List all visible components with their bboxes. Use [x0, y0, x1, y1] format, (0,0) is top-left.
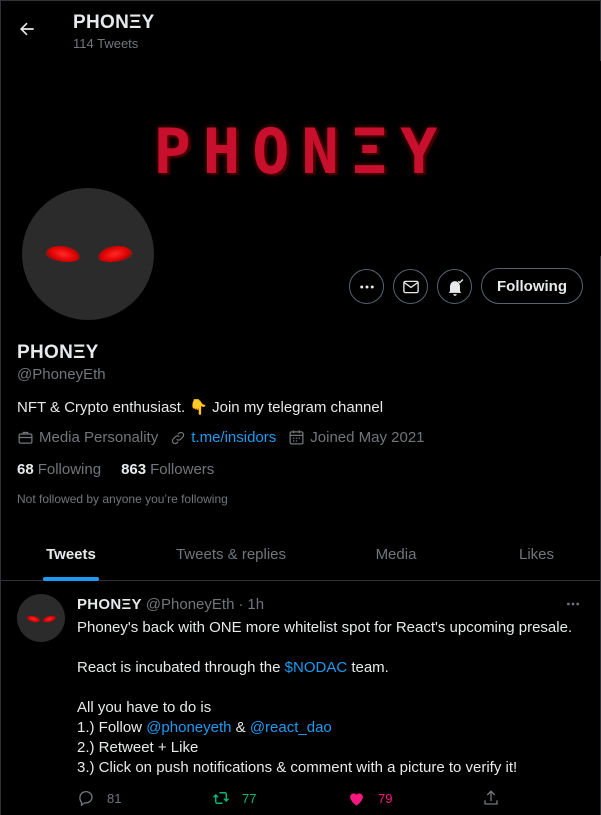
arrow-left-icon [20, 22, 34, 36]
reply-button[interactable]: 81 [77, 789, 121, 807]
tweet[interactable]: PHONΞY @PhoneyEth · 1h Phoney's back wit… [1, 582, 601, 815]
heart-filled-icon [350, 792, 363, 806]
tweet-avatar[interactable] [17, 594, 65, 642]
active-tab-indicator [43, 577, 99, 581]
mention-link[interactable]: @react_dao [250, 719, 332, 736]
profile-page: PHONΞY 114 Tweets PHONΞY Following PHONΞ… [0, 0, 601, 815]
profile-joined-label: Joined May 2021 [310, 429, 425, 446]
calendar-icon [289, 430, 304, 445]
share-icon [484, 790, 498, 805]
profile-counts: 68 Following 863 Followers [17, 461, 234, 478]
tweet-actions: 81 77 79 [77, 788, 507, 808]
tweet-avatar-left-eye [26, 614, 41, 624]
message-button[interactable] [393, 269, 428, 304]
banner-logo-text: PHONΞY [153, 115, 450, 188]
tab-likes-label: Likes [518, 545, 555, 563]
reply-icon [79, 790, 93, 807]
tweet-text-segment: 1.) Follow [77, 719, 147, 736]
tweet-line: Phoney's back with ONE more whitelist sp… [77, 619, 573, 636]
following-count-link[interactable]: 68 Following [17, 461, 101, 478]
ellipsis-icon [359, 285, 374, 288]
profile-avatar[interactable] [20, 186, 156, 322]
profile-link-text[interactable]: t.me/insidors [191, 429, 276, 446]
tweet-text-segment: & [231, 719, 250, 736]
tweet-line: 1.) Follow @phoneyeth & @react_dao [77, 718, 587, 738]
tab-media-label: Media [375, 545, 417, 563]
envelope-icon [402, 280, 419, 293]
profile-category: Media Personality [17, 429, 158, 446]
tweet-author-name[interactable]: PHONΞY [77, 596, 142, 613]
tweet-avatar-right-eye [42, 614, 57, 624]
tab-likes[interactable]: Likes [471, 527, 601, 581]
tweet-line: 2.) Retweet + Like [77, 739, 199, 756]
briefcase-icon [18, 431, 33, 444]
following-count-label: Following [37, 461, 102, 478]
profile-display-name: PHONΞY [17, 342, 99, 363]
back-button[interactable] [13, 15, 41, 43]
avatar-right-eye [96, 242, 134, 266]
followers-count: 863 [121, 461, 147, 478]
header-display-name: PHONΞY [73, 12, 155, 33]
tab-tweets[interactable]: Tweets [1, 527, 141, 581]
like-count: 79 [378, 790, 393, 806]
tweet-text-segment: React is incubated through the [77, 659, 285, 676]
tab-media[interactable]: Media [321, 527, 471, 581]
followers-count-label: Followers [150, 461, 215, 478]
tweet-text: Phoney's back with ONE more whitelist sp… [77, 618, 587, 778]
tweet-more-button[interactable] [561, 594, 585, 614]
profile-handle: @PhoneyEth [17, 366, 106, 383]
profile-category-label: Media Personality [39, 429, 159, 446]
profile-joined: Joined May 2021 [288, 429, 425, 446]
tweet-separator: · [238, 596, 244, 613]
tab-tweets-replies[interactable]: Tweets & replies [141, 527, 321, 581]
tweet-line: All you have to do is [77, 699, 212, 716]
mention-link[interactable]: @phoneyeth [146, 719, 231, 736]
like-button[interactable]: 79 [347, 789, 392, 808]
tweet-line: 3.) Click on push notifications & commen… [77, 759, 518, 776]
reply-count: 81 [107, 790, 122, 806]
share-button[interactable] [482, 789, 512, 807]
profile-header: PHONΞY 114 Tweets [1, 1, 601, 61]
bell-check-icon [448, 278, 463, 296]
profile-bio: NFT & Crypto enthusiast. 👇 Join my teleg… [17, 399, 384, 416]
tweet-text-segment: team. [347, 659, 389, 676]
followed-by-note: Not followed by anyone you’re following [17, 492, 228, 506]
notifications-button[interactable] [437, 269, 472, 304]
tweet-header: PHONΞY @PhoneyEth · 1h [77, 596, 264, 613]
cashtag-link[interactable]: $NODAC [285, 659, 348, 676]
avatar-image [22, 188, 154, 320]
retweet-button[interactable]: 77 [212, 789, 256, 807]
profile-tabs: Tweets Tweets & replies Media Likes [1, 527, 601, 581]
followers-count-link[interactable]: 863 Followers [121, 461, 214, 478]
tweet-timestamp[interactable]: 1h [247, 596, 264, 613]
following-button[interactable]: Following [481, 268, 583, 304]
avatar-left-eye [44, 242, 82, 266]
profile-link[interactable]: t.me/insidors [170, 429, 276, 446]
link-icon [172, 431, 185, 444]
tweet-author-handle[interactable]: @PhoneyEth [146, 596, 235, 613]
tab-tweets-label: Tweets [46, 545, 96, 563]
profile-meta: Media Personality t.me/insidors Joined M… [17, 429, 437, 446]
following-count: 68 [17, 461, 34, 478]
header-tweet-count: 114 Tweets [73, 36, 139, 51]
more-options-button[interactable] [349, 269, 384, 304]
tab-tweets-replies-label: Tweets & replies [175, 545, 287, 563]
ellipsis-icon [567, 602, 579, 606]
retweet-count: 77 [242, 790, 257, 806]
retweet-icon [212, 792, 230, 804]
tweet-line: React is incubated through the $NODAC te… [77, 658, 587, 678]
